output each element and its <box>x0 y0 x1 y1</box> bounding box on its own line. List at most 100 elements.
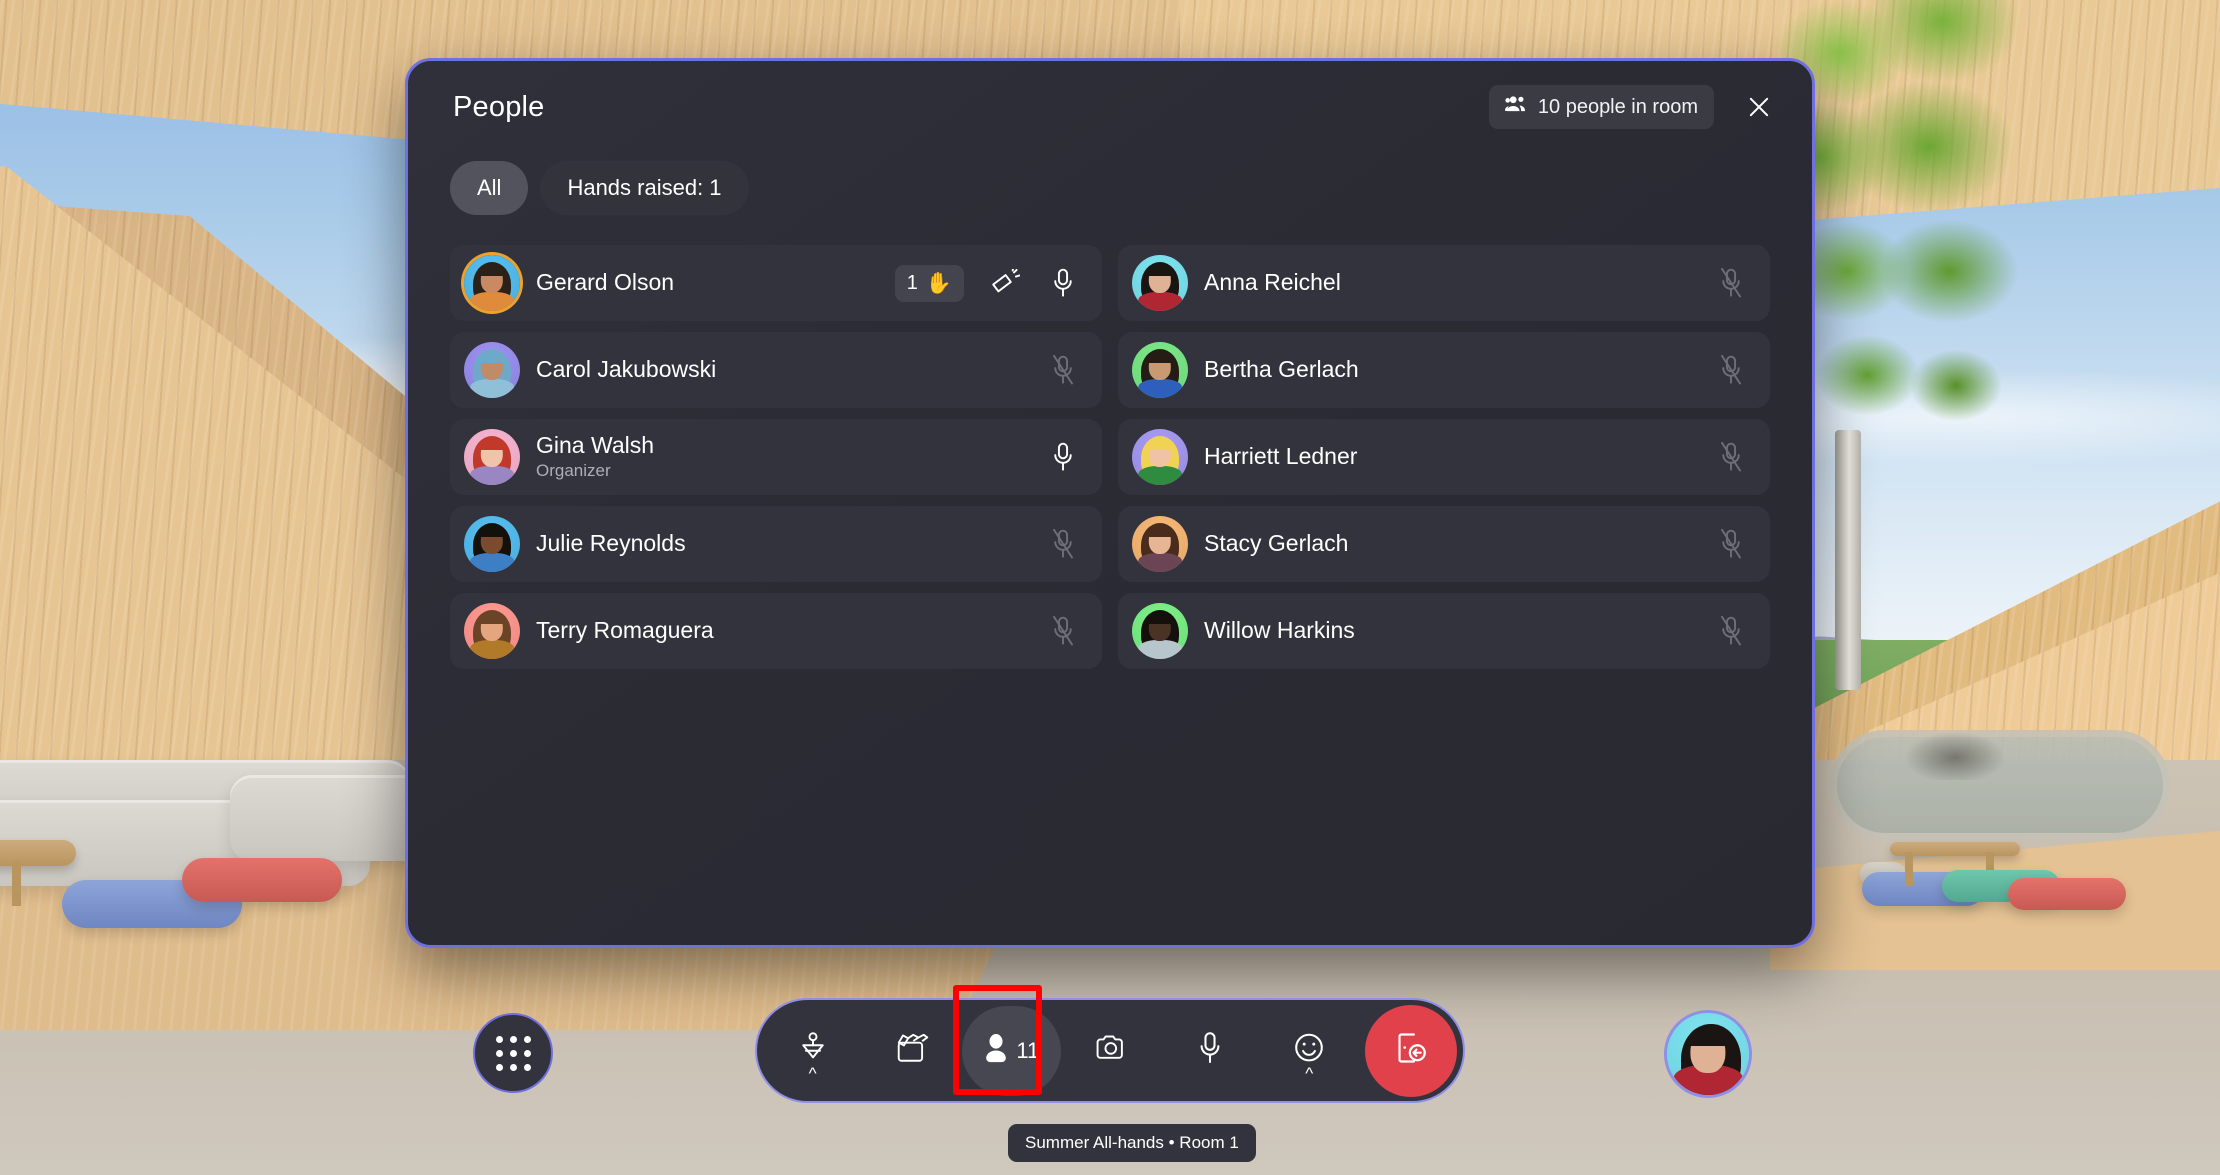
participant-name: Anna Reichel <box>1204 269 1341 296</box>
reactions-button[interactable]: ^ <box>1260 1006 1359 1096</box>
room-count-label: 10 people in room <box>1537 95 1698 118</box>
share-content-icon <box>895 1032 929 1069</box>
microphone-icon[interactable] <box>1046 266 1080 300</box>
avatar-circle <box>464 342 520 398</box>
chevron-up-icon: ^ <box>808 1063 817 1083</box>
participant-row[interactable]: Harriett Ledner <box>1118 419 1770 495</box>
avatar-circle <box>464 603 520 659</box>
participant-name: Carol Jakubowski <box>536 356 717 383</box>
avatar-image <box>464 516 520 572</box>
meeting-tooltip: Summer All-hands • Room 1 <box>1008 1124 1256 1162</box>
chevron-up-icon: ^ <box>1305 1063 1314 1083</box>
participant-name: Harriett Ledner <box>1204 443 1358 470</box>
room-count-badge: 10 people in room <box>1488 85 1714 129</box>
participant-meta: Terry Romaguera <box>536 617 714 644</box>
microphone-muted-icon[interactable] <box>1046 353 1080 387</box>
participant-meta: Stacy Gerlach <box>1204 530 1348 557</box>
people-button[interactable]: 11 <box>961 1005 1061 1096</box>
avatar-circle <box>1132 429 1188 485</box>
participant-row[interactable]: Gerard Olson 1 ✋ <box>450 245 1102 321</box>
participant-row[interactable]: Willow Harkins <box>1118 593 1770 669</box>
self-avatar[interactable] <box>1664 1010 1752 1098</box>
microphone-muted-icon[interactable] <box>1046 614 1080 648</box>
participant-meta: Harriett Ledner <box>1204 443 1357 470</box>
participant-row[interactable]: Stacy Gerlach <box>1118 506 1770 582</box>
raise-hand-button[interactable]: ^ <box>763 1006 862 1096</box>
avatar <box>1132 255 1188 311</box>
microphone-muted-icon[interactable] <box>1714 266 1748 300</box>
participant-name: Terry Romaguera <box>536 617 714 644</box>
avatar-image <box>464 342 520 398</box>
participant-row[interactable]: Terry Romaguera <box>450 593 1102 669</box>
meeting-toolbar: ^ 11 ^ <box>755 998 1465 1103</box>
participant-name: Willow Harkins <box>1204 617 1355 644</box>
avatar-circle <box>1132 342 1188 398</box>
participant-actions <box>1714 353 1748 387</box>
participant-row[interactable]: Bertha Gerlach <box>1118 332 1770 408</box>
microphone-muted-icon[interactable] <box>1714 353 1748 387</box>
microphone-icon <box>1197 1031 1223 1070</box>
app-launcher-button[interactable] <box>473 1013 553 1093</box>
leave-room-button[interactable] <box>1364 1004 1457 1097</box>
participant-row[interactable]: Carol Jakubowski <box>450 332 1102 408</box>
participant-name: Julie Reynolds <box>536 530 686 557</box>
avatar-circle <box>464 516 520 572</box>
filter-chip-all[interactable]: All <box>450 161 529 215</box>
people-panel: People 10 people in room All Hands raise… <box>405 58 1815 948</box>
avatar-circle <box>464 429 520 485</box>
camera-icon <box>1095 1033 1127 1068</box>
participant-actions <box>1714 266 1748 300</box>
participant-row[interactable]: Anna Reichel <box>1118 245 1770 321</box>
avatar <box>464 516 520 572</box>
shrub <box>1880 700 2030 780</box>
avatar-circle <box>1132 603 1188 659</box>
microphone-muted-icon[interactable] <box>1714 527 1748 561</box>
avatar-circle <box>1132 255 1188 311</box>
participant-name: Stacy Gerlach <box>1204 530 1349 557</box>
avatar <box>464 603 520 659</box>
apps-grid-icon <box>495 1035 531 1071</box>
megaphone-icon[interactable] <box>988 266 1022 300</box>
avatar <box>1132 516 1188 572</box>
picnic-table-leg-a <box>1905 852 1913 886</box>
microphone-icon[interactable] <box>1046 440 1080 474</box>
filter-chip-hands-raised[interactable]: Hands raised: 1 <box>540 161 749 215</box>
leave-room-icon <box>1394 1030 1428 1071</box>
avatar <box>464 255 520 311</box>
filter-chip-row: All Hands raised: 1 <box>408 153 1812 215</box>
avatar <box>1132 603 1188 659</box>
coffee-table-leg <box>12 862 21 906</box>
participant-row[interactable]: Julie Reynolds <box>450 506 1102 582</box>
people-list: Gerard Olson 1 ✋ Anna Reichel Carol Jakubows… <box>408 215 1812 669</box>
participant-actions <box>1046 440 1080 474</box>
avatar <box>1132 342 1188 398</box>
microphone-muted-icon[interactable] <box>1714 614 1748 648</box>
camera-button[interactable] <box>1061 1006 1160 1096</box>
participant-meta: Bertha Gerlach <box>1204 356 1359 383</box>
avatar-image <box>1132 342 1188 398</box>
microphone-button[interactable] <box>1160 1006 1259 1096</box>
avatar-image <box>464 429 520 485</box>
microphone-muted-icon[interactable] <box>1714 440 1748 474</box>
raised-hand-icon: ✋ <box>925 271 952 295</box>
people-count: 11 <box>1016 1037 1040 1063</box>
avatar-circle <box>464 255 520 311</box>
close-button[interactable] <box>1736 84 1782 130</box>
microphone-muted-icon[interactable] <box>1046 527 1080 561</box>
participant-actions <box>1046 353 1080 387</box>
participant-name: Bertha Gerlach <box>1204 356 1359 383</box>
avatar-image <box>464 255 520 311</box>
hand-raised-order: 1 <box>906 271 918 294</box>
share-content-button[interactable] <box>862 1006 961 1096</box>
participant-row[interactable]: Gina Walsh Organizer <box>450 419 1102 495</box>
avatar <box>1132 429 1188 485</box>
participant-meta: Gerard Olson <box>536 269 674 296</box>
participant-role: Organizer <box>536 461 611 481</box>
avatar-image <box>1667 1013 1749 1095</box>
participant-actions <box>1046 614 1080 648</box>
people-icon <box>1504 95 1528 119</box>
avatar <box>464 429 520 485</box>
participant-meta: Anna Reichel <box>1204 269 1341 296</box>
pouf-red-right <box>2008 878 2126 910</box>
participant-name: Gerard Olson <box>536 269 675 296</box>
